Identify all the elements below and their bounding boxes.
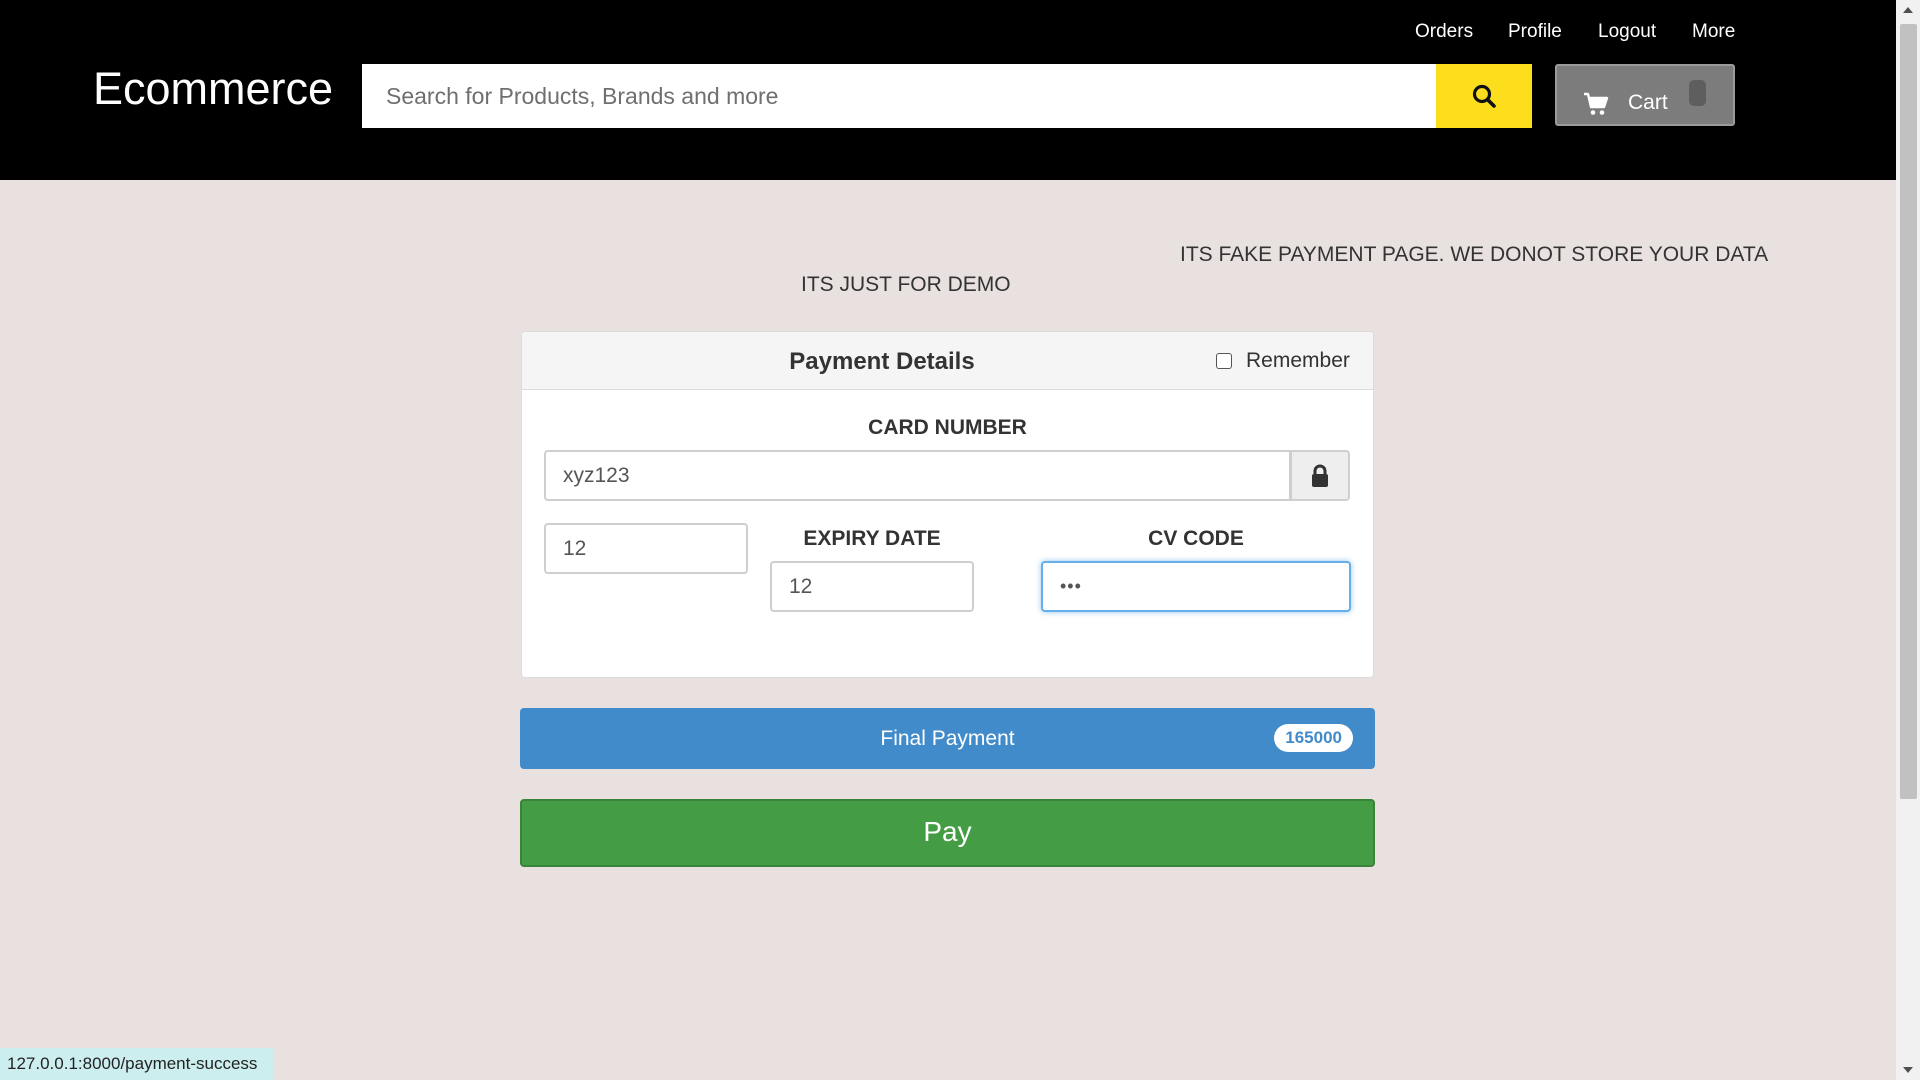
expiry-date-label: EXPIRY DATE: [803, 527, 941, 550]
lock-icon: [1312, 464, 1328, 487]
payment-details-panel: Payment Details Remember CARD NUMBER xyz…: [521, 331, 1374, 678]
nav-link-logout[interactable]: Logout: [1598, 20, 1656, 44]
nav-link-more[interactable]: More: [1692, 20, 1735, 44]
remember-checkbox[interactable]: Remember: [1216, 348, 1350, 374]
panel-title: Payment Details: [789, 348, 975, 375]
final-payment-button[interactable]: Final Payment 165000: [520, 708, 1375, 769]
card-number-input[interactable]: xyz123: [544, 450, 1291, 501]
fake-payment-notice: ITS FAKE PAYMENT PAGE. WE DONOT STORE YO…: [1180, 243, 1769, 266]
cart-button[interactable]: Cart: [1555, 64, 1735, 126]
cart-icon: [1584, 92, 1609, 115]
expiry-month-input[interactable]: 12: [544, 523, 748, 574]
lock-addon: [1290, 450, 1350, 501]
pay-button[interactable]: Pay: [520, 799, 1375, 867]
brand-logo[interactable]: Ecommerce: [93, 62, 333, 116]
nav-link-profile[interactable]: Profile: [1508, 20, 1562, 44]
cart-count-badge: [1689, 80, 1706, 106]
chevron-down-icon: [1903, 1067, 1913, 1073]
remember-checkbox-box[interactable]: [1216, 353, 1232, 369]
nav-link-orders[interactable]: Orders: [1415, 20, 1473, 44]
status-bar-url: 127.0.0.1:8000/payment-success: [0, 1048, 274, 1080]
final-payment-amount-badge: 165000: [1274, 724, 1353, 752]
panel-header: Payment Details Remember: [522, 332, 1373, 390]
demo-notice: ITS JUST FOR DEMO: [801, 273, 1011, 296]
cv-code-input[interactable]: •••: [1041, 561, 1351, 612]
expiry-year-input[interactable]: 12: [770, 561, 974, 612]
cv-code-label: CV CODE: [1148, 527, 1244, 550]
search-button[interactable]: [1436, 64, 1532, 128]
card-number-label: CARD NUMBER: [868, 416, 1027, 439]
top-header: Orders Profile Logout More Ecommerce Car…: [0, 0, 1896, 180]
page-scrollbar[interactable]: [1896, 0, 1920, 1080]
scroll-thumb[interactable]: [1900, 24, 1917, 799]
scroll-up-arrow[interactable]: [1896, 0, 1920, 20]
search-icon: [1472, 84, 1496, 108]
final-payment-label: Final Payment: [880, 727, 1015, 750]
search-input[interactable]: [362, 64, 1436, 128]
remember-label: Remember: [1246, 349, 1350, 372]
cart-label: Cart: [1628, 91, 1668, 114]
chevron-up-icon: [1903, 7, 1913, 13]
scroll-down-arrow[interactable]: [1896, 1060, 1920, 1080]
